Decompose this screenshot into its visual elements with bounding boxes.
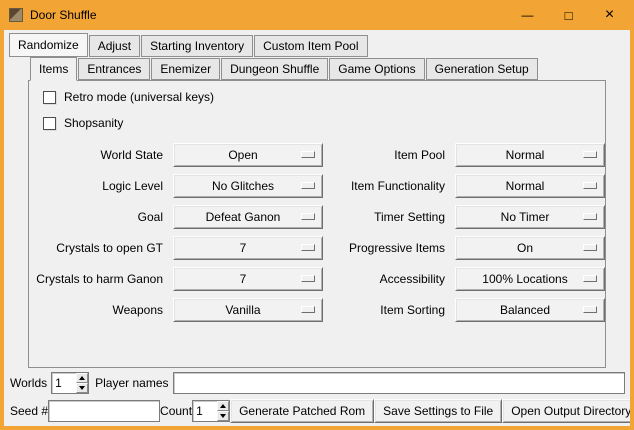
window-controls: — □ × (507, 0, 630, 30)
settings-grid: World State Open Item Pool Normal Logic … (29, 143, 605, 322)
menu-indicator-icon (301, 151, 315, 158)
world-state-label: World State (29, 148, 165, 162)
menu-indicator-icon (301, 213, 315, 220)
item-functionality-dropdown[interactable]: Normal (455, 174, 605, 198)
seed-label: Seed # (10, 404, 48, 418)
close-button[interactable]: × (589, 0, 630, 30)
spin-up-icon[interactable] (217, 401, 229, 411)
retro-mode-checkbox[interactable]: Retro mode (universal keys) (43, 90, 605, 104)
crystals-open-gt-dropdown[interactable]: 7 (173, 236, 323, 260)
inner-notebook: Items Entrances Enemizer Dungeon Shuffle… (28, 57, 606, 368)
progressive-items-label: Progressive Items (331, 241, 447, 255)
timer-setting-dropdown[interactable]: No Timer (455, 205, 605, 229)
progressive-items-dropdown[interactable]: On (455, 236, 605, 260)
tab-starting-inventory[interactable]: Starting Inventory (141, 35, 253, 57)
item-pool-label: Item Pool (331, 148, 447, 162)
weapons-label: Weapons (29, 303, 165, 317)
tab-game-options[interactable]: Game Options (329, 58, 424, 80)
count-spinbox[interactable] (192, 400, 230, 422)
count-spinbox-input[interactable] (193, 401, 217, 421)
item-functionality-label: Item Functionality (331, 179, 447, 193)
worlds-label: Worlds (10, 376, 47, 390)
tab-generation-setup[interactable]: Generation Setup (426, 58, 538, 80)
crystals-harm-ganon-label: Crystals to harm Ganon (29, 272, 165, 286)
seed-row: Seed # Count Generate Patched Rom Save S… (10, 399, 625, 423)
tab-randomize[interactable]: Randomize (9, 33, 88, 57)
spin-up-icon[interactable] (76, 373, 88, 383)
menu-indicator-icon (583, 306, 597, 313)
bottom-bar: Worlds Player names Seed # (4, 371, 630, 426)
checkbox-box-icon (43, 117, 56, 130)
worlds-spinbox-input[interactable] (52, 373, 76, 393)
goal-dropdown[interactable]: Defeat Ganon (173, 205, 323, 229)
checkbox-box-icon (43, 91, 56, 104)
menu-indicator-icon (583, 151, 597, 158)
menu-indicator-icon (301, 182, 315, 189)
retro-mode-label: Retro mode (universal keys) (64, 90, 214, 104)
tab-dungeon-shuffle[interactable]: Dungeon Shuffle (221, 58, 328, 80)
menu-indicator-icon (583, 182, 597, 189)
accessibility-label: Accessibility (331, 272, 447, 286)
seed-input[interactable] (48, 400, 160, 422)
menu-indicator-icon (583, 275, 597, 282)
tab-adjust[interactable]: Adjust (89, 35, 140, 57)
app-icon (9, 8, 23, 22)
menu-indicator-icon (583, 244, 597, 251)
item-pool-dropdown[interactable]: Normal (455, 143, 605, 167)
maximize-button[interactable]: □ (548, 0, 589, 30)
player-names-input[interactable] (173, 372, 626, 394)
window: Door Shuffle — □ × Randomize Adjust Star… (0, 0, 634, 430)
world-state-dropdown[interactable]: Open (173, 143, 323, 167)
minimize-button[interactable]: — (507, 0, 548, 30)
weapons-dropdown[interactable]: Vanilla (173, 298, 323, 322)
logic-level-label: Logic Level (29, 179, 165, 193)
generate-patched-rom-button[interactable]: Generate Patched Rom (230, 399, 374, 423)
titlebar[interactable]: Door Shuffle — □ × (4, 0, 630, 30)
shopsanity-checkbox[interactable]: Shopsanity (43, 116, 605, 130)
menu-indicator-icon (301, 244, 315, 251)
client-area: Randomize Adjust Starting Inventory Cust… (4, 30, 630, 426)
open-output-directory-button[interactable]: Open Output Directory (502, 399, 630, 423)
count-label: Count (160, 404, 192, 418)
menu-indicator-icon (301, 306, 315, 313)
inner-tab-bar: Items Entrances Enemizer Dungeon Shuffle… (28, 57, 606, 80)
worlds-spinbox[interactable] (51, 372, 89, 394)
timer-setting-label: Timer Setting (331, 210, 447, 224)
item-sorting-dropdown[interactable]: Balanced (455, 298, 605, 322)
accessibility-dropdown[interactable]: 100% Locations (455, 267, 605, 291)
spin-down-icon[interactable] (76, 383, 88, 393)
logic-level-dropdown[interactable]: No Glitches (173, 174, 323, 198)
menu-indicator-icon (301, 275, 315, 282)
window-title: Door Shuffle (30, 8, 97, 22)
save-settings-button[interactable]: Save Settings to File (374, 399, 502, 423)
menu-indicator-icon (583, 213, 597, 220)
tab-entrances[interactable]: Entrances (78, 58, 150, 80)
item-sorting-label: Item Sorting (331, 303, 447, 317)
tab-items[interactable]: Items (30, 57, 77, 81)
outer-tab-bar: Randomize Adjust Starting Inventory Cust… (4, 30, 630, 57)
worlds-row: Worlds Player names (10, 371, 625, 395)
player-names-label: Player names (95, 376, 168, 390)
tab-enemizer[interactable]: Enemizer (151, 58, 220, 80)
crystals-harm-ganon-dropdown[interactable]: 7 (173, 267, 323, 291)
crystals-open-gt-label: Crystals to open GT (29, 241, 165, 255)
shopsanity-label: Shopsanity (64, 116, 123, 130)
items-tab-pane: Retro mode (universal keys) Shopsanity W… (28, 80, 606, 368)
spin-down-icon[interactable] (217, 411, 229, 421)
tab-custom-item-pool[interactable]: Custom Item Pool (254, 35, 367, 57)
goal-label: Goal (29, 210, 165, 224)
